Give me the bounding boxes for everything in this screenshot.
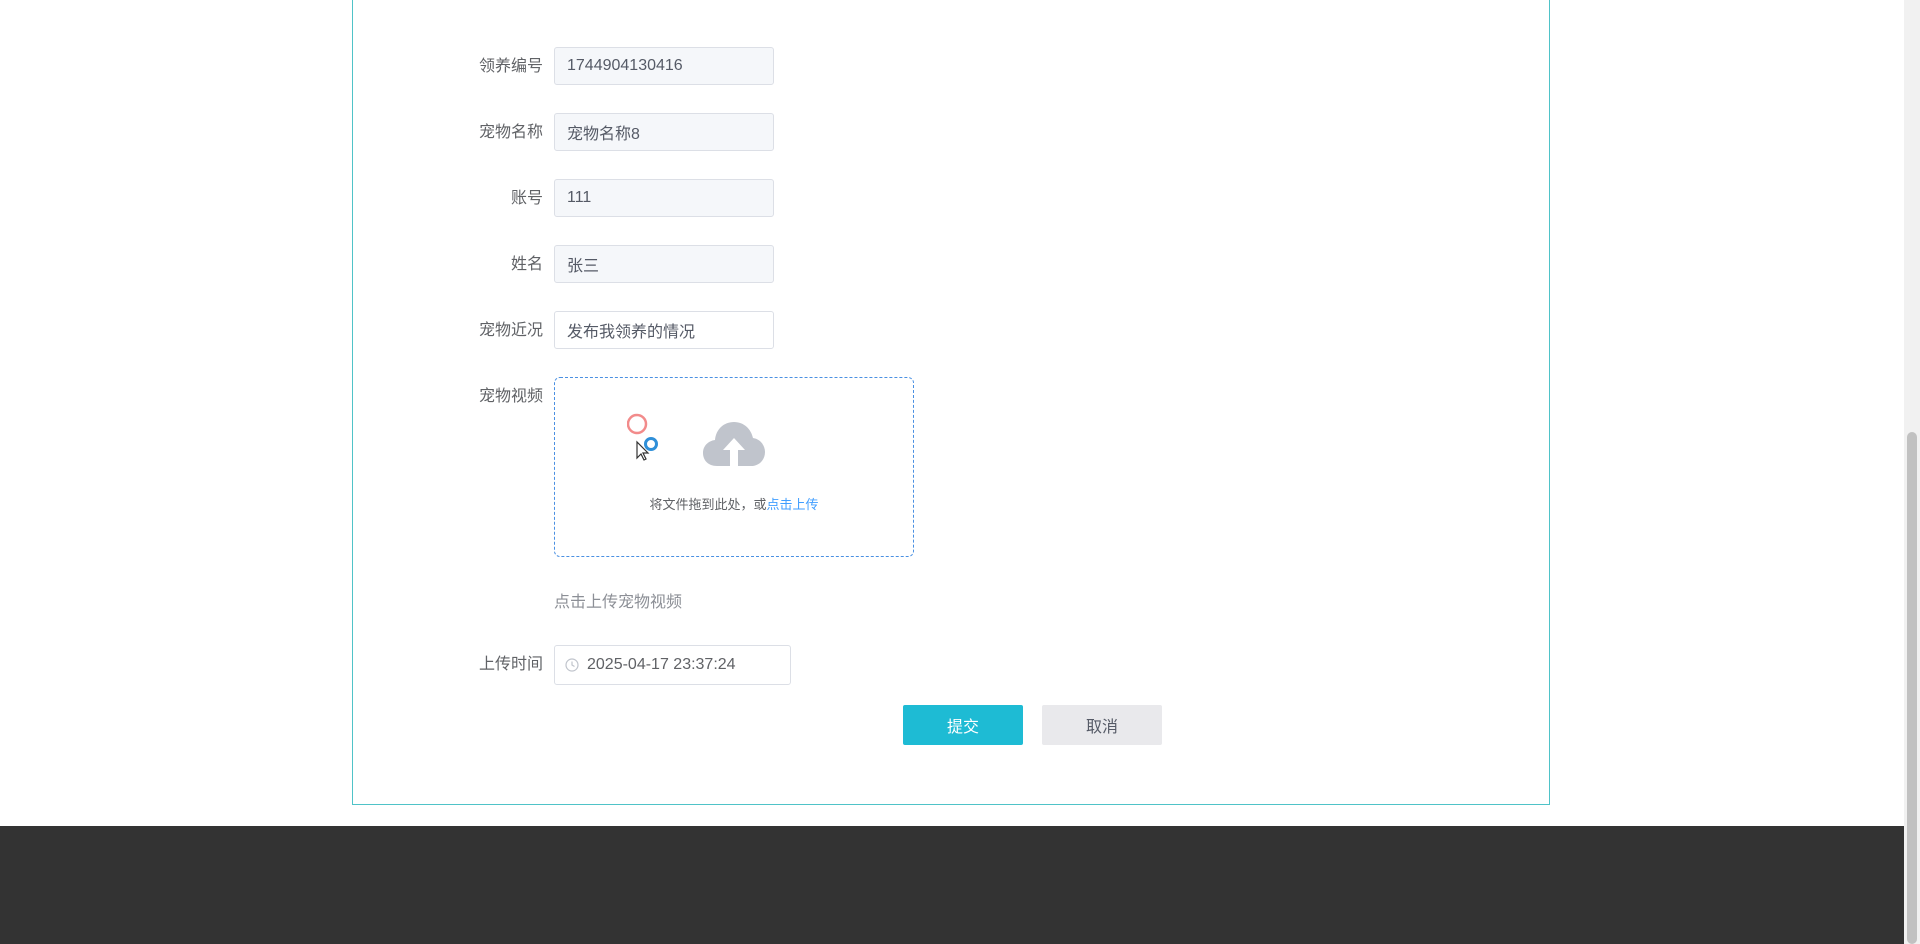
name-field[interactable] [554, 245, 774, 283]
page-footer [0, 826, 1904, 944]
adoption-form-panel: 领养编号 宠物名称 账号 姓名 宠物近况 宠物视频 将文件拖到此 [352, 0, 1550, 805]
click-upload-link[interactable]: 点击上传 [767, 497, 819, 512]
pet-status-label: 宠物近况 [478, 322, 543, 339]
cancel-button[interactable]: 取消 [1042, 705, 1162, 745]
pet-video-label: 宠物视频 [478, 388, 543, 405]
adoption-number-field[interactable] [554, 47, 774, 85]
account-field[interactable] [554, 179, 774, 217]
pet-name-field[interactable] [554, 113, 774, 151]
video-upload-dropzone[interactable]: 将文件拖到此处，或点击上传 [554, 377, 914, 557]
clock-icon [565, 658, 579, 672]
upload-instructions: 将文件拖到此处，或点击上传 [555, 494, 913, 513]
scrollbar-thumb[interactable] [1907, 432, 1917, 944]
pet-status-field[interactable] [554, 311, 774, 349]
pointer-cursor-icon [627, 413, 658, 461]
pet-name-label: 宠物名称 [478, 124, 543, 141]
account-label: 账号 [510, 190, 543, 207]
upload-video-tip: 点击上传宠物视频 [554, 594, 683, 611]
upload-cloud-icon [703, 422, 765, 466]
vertical-scrollbar[interactable] [1904, 0, 1920, 944]
submit-button[interactable]: 提交 [903, 705, 1023, 745]
upload-drag-text: 将文件拖到此处，或 [649, 497, 767, 512]
upload-time-value: 2025-04-17 23:37:24 [587, 656, 736, 673]
adoption-number-label: 领养编号 [478, 58, 543, 75]
name-label: 姓名 [510, 256, 543, 273]
upload-time-picker[interactable]: 2025-04-17 23:37:24 [554, 645, 791, 685]
page: 领养编号 宠物名称 账号 姓名 宠物近况 宠物视频 将文件拖到此 [0, 0, 1904, 944]
upload-time-label: 上传时间 [478, 656, 543, 673]
